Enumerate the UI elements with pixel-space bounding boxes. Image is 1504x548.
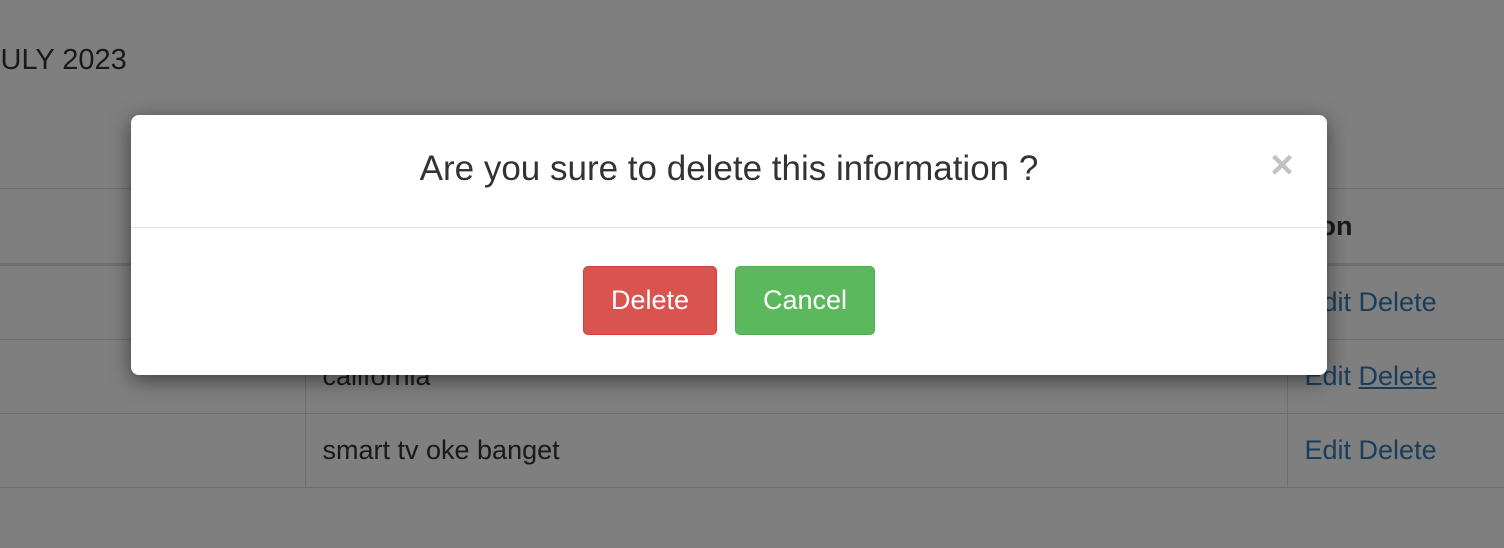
page: JULY 2023 Action Edit xyxy=(0,0,1504,548)
modal-header: Are you sure to delete this information … xyxy=(131,115,1327,228)
close-icon[interactable]: × xyxy=(1267,145,1297,185)
modal-body: Delete Cancel xyxy=(131,228,1327,375)
cancel-button[interactable]: Cancel xyxy=(735,266,875,335)
delete-button[interactable]: Delete xyxy=(583,266,717,335)
delete-confirm-dialog: Are you sure to delete this information … xyxy=(131,115,1327,375)
modal-title: Are you sure to delete this information … xyxy=(419,149,1039,188)
